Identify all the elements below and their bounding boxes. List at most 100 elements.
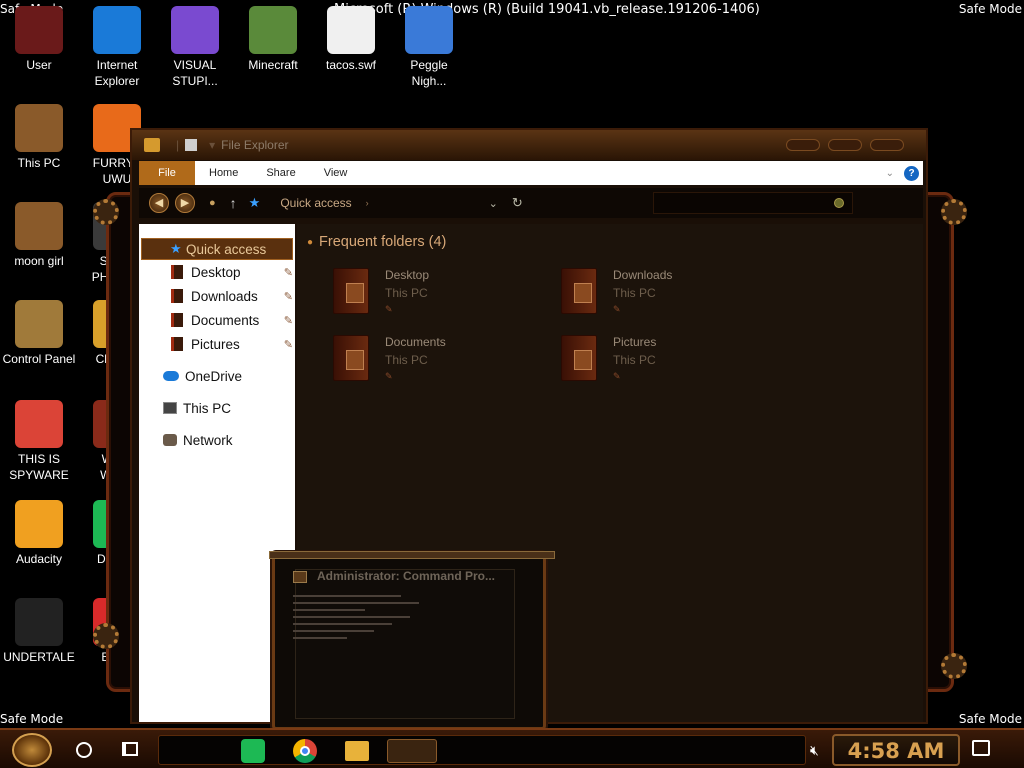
visual-studio-icon <box>171 6 219 54</box>
folder-icon <box>333 335 369 381</box>
desktop-icon[interactable]: Audacity <box>0 500 78 567</box>
task-view-icon[interactable] <box>122 742 138 756</box>
nav-label: OneDrive <box>185 368 243 384</box>
preview-thumbnail <box>295 569 515 719</box>
peggle-icon <box>405 6 453 54</box>
tab-home[interactable]: Home <box>195 161 252 185</box>
search-input[interactable] <box>652 192 853 214</box>
nav-label: Documents <box>191 312 260 328</box>
search-icon[interactable] <box>76 742 92 758</box>
desktop-icon-label: Peggle Nigh... <box>410 58 448 88</box>
nav-label: Network <box>183 432 233 448</box>
folder-location: This PC <box>385 353 428 367</box>
address-dropdown-icon[interactable]: ⌄ <box>489 197 498 210</box>
ribbon: File Home Share View ⌄ ? <box>139 161 923 185</box>
nav-item-documents[interactable]: Documents ✎ <box>139 308 295 332</box>
desktop-icon-label: VISUAL STUPI... <box>172 58 218 88</box>
star-icon: ★ <box>248 195 261 210</box>
help-button[interactable]: ? <box>904 165 919 181</box>
safe-mode-label: Safe Mode <box>958 2 1022 16</box>
back-button[interactable]: ◀ <box>149 193 169 213</box>
section-title: Frequent folders (4) <box>319 234 447 250</box>
folder-tile-desktop[interactable]: Desktop This PC ✎ <box>333 268 533 324</box>
desktop-icon[interactable]: Control Panel <box>0 300 78 367</box>
pin-icon[interactable]: ✎ <box>284 266 293 279</box>
chrome-icon[interactable] <box>293 739 317 763</box>
notification-icon[interactable] <box>972 740 990 756</box>
desktop-icon[interactable]: THIS IS SPYWARE <box>0 400 78 483</box>
speaker-muted-icon[interactable]: 🔇︎ <box>810 742 819 759</box>
file-explorer-icon[interactable] <box>345 741 369 761</box>
desktop-icon-label: UNDERTALE <box>3 650 75 664</box>
desktop-icon-label: Minecraft <box>248 58 298 72</box>
folder-name: Downloads <box>613 268 673 282</box>
chevron-down-icon[interactable]: ▾ <box>209 138 215 152</box>
tab-share[interactable]: Share <box>252 161 309 185</box>
breadcrumb-arrow-icon[interactable]: › <box>366 198 369 208</box>
taskbar-apps <box>158 735 806 765</box>
console-text-lines <box>293 595 473 644</box>
desktop-icon[interactable]: Minecraft <box>234 6 312 73</box>
new-document-icon[interactable] <box>185 139 198 151</box>
pin-icon: ✎ <box>613 371 621 381</box>
folder-tile-downloads[interactable]: Downloads This PC ✎ <box>561 268 761 324</box>
nav-item-network[interactable]: Network <box>139 428 295 452</box>
nav-item-desktop[interactable]: Desktop ✎ <box>139 260 295 284</box>
nav-quick-access[interactable]: ★ Quick access <box>141 238 293 260</box>
desktop-icon[interactable]: moon girl <box>0 202 78 269</box>
refresh-button[interactable]: ↻ <box>512 195 523 211</box>
folder-location: This PC <box>613 353 656 367</box>
desktop-icon-label: tacos.swf <box>325 58 376 72</box>
desktop-icon[interactable]: Internet Explorer <box>78 6 156 89</box>
desktop-icon[interactable]: Peggle Nigh... <box>390 6 468 89</box>
minecraft-icon <box>249 6 297 54</box>
safe-mode-label: Safe Mode <box>0 712 64 726</box>
nav-item-onedrive[interactable]: OneDrive <box>139 364 295 388</box>
pin-icon: ✎ <box>613 304 621 314</box>
gear-icon <box>93 623 119 649</box>
close-button[interactable] <box>870 139 904 151</box>
folder-tile-pictures[interactable]: Pictures This PC ✎ <box>561 335 761 391</box>
minimize-button[interactable] <box>786 139 820 151</box>
nav-item-downloads[interactable]: Downloads ✎ <box>139 284 295 308</box>
folder-icon <box>171 313 183 327</box>
navigation-bar: ◀ ▶ ● ↑ ★ Quick access › ⌄ ↻ <box>139 188 923 218</box>
title-bar[interactable]: | ▾ File Explorer <box>132 130 926 160</box>
star-icon: ★ <box>170 241 182 256</box>
forward-button[interactable]: ▶ <box>175 193 195 213</box>
command-prompt-preview[interactable]: Administrator: Command Pro... <box>269 551 555 730</box>
clock[interactable]: 4:58 AM <box>832 734 960 766</box>
network-icon <box>163 434 177 446</box>
spotify-icon[interactable] <box>241 739 265 763</box>
frequent-folders-header[interactable]: ● Frequent folders (4) <box>307 234 446 250</box>
desktop-icon[interactable]: User <box>0 6 78 73</box>
nav-item-pictures[interactable]: Pictures ✎ <box>139 332 295 356</box>
nav-item-this-pc[interactable]: This PC <box>139 396 295 420</box>
up-button[interactable]: ↑ <box>230 195 237 211</box>
gear-icon <box>941 199 967 225</box>
folder-location: This PC <box>613 286 656 300</box>
desktop-icon-label: User <box>26 58 52 72</box>
start-button[interactable] <box>12 733 52 767</box>
desktop-icon-label: moon girl <box>14 254 64 268</box>
folder-name: Documents <box>385 335 446 349</box>
flash-file-icon <box>327 6 375 54</box>
tab-file[interactable]: File <box>139 161 195 185</box>
breadcrumb[interactable]: Quick access <box>280 196 351 210</box>
moon-girl-icon <box>15 202 63 250</box>
desktop-icon[interactable]: VISUAL STUPI... <box>156 6 234 89</box>
desktop-icon[interactable]: This PC <box>0 104 78 171</box>
recent-locations-icon[interactable]: ● <box>209 197 216 209</box>
command-prompt-icon[interactable] <box>387 739 437 763</box>
pin-icon[interactable]: ✎ <box>284 314 293 327</box>
address-bar[interactable]: ★ Quick access › ⌄ ↻ <box>249 191 637 215</box>
desktop-icon[interactable]: tacos.swf <box>312 6 390 73</box>
pin-icon[interactable]: ✎ <box>284 290 293 303</box>
pin-icon[interactable]: ✎ <box>284 338 293 351</box>
tab-view[interactable]: View <box>310 161 362 185</box>
maximize-button[interactable] <box>828 139 862 151</box>
expand-ribbon-icon[interactable]: ⌄ <box>886 168 894 179</box>
folder-tile-documents[interactable]: Documents This PC ✎ <box>333 335 533 391</box>
folder-icon <box>333 268 369 314</box>
desktop-icon[interactable]: UNDERTALE <box>0 598 78 665</box>
